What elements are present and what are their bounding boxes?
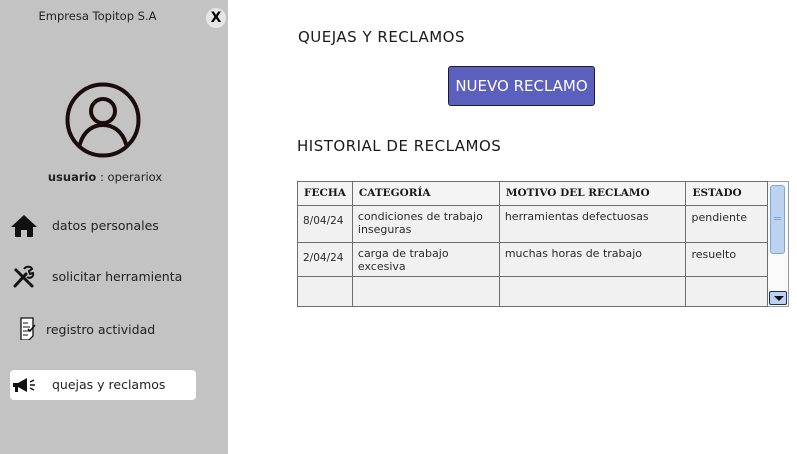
column-header-motivo: MOTIVO DEL RECLAMO	[498, 181, 687, 206]
nav-item-quejas-reclamos[interactable]: quejas y reclamos	[10, 370, 196, 400]
cell-motivo	[498, 276, 687, 307]
scroll-down-icon[interactable]	[769, 291, 787, 305]
column-header-categoria: CATEGORÍA	[351, 181, 500, 206]
nav-item-registro-actividad[interactable]: registro actividad	[10, 315, 196, 345]
nav-item-solicitar-herramienta[interactable]: solicitar herramienta	[10, 262, 196, 292]
user-label: usuario	[47, 170, 97, 184]
table-row[interactable]: 2/04/24 carga de trabajo excesiva muchas…	[297, 242, 768, 277]
table-scrollbar[interactable]	[768, 181, 789, 307]
cell-categoria: condiciones de trabajo inseguras	[351, 205, 500, 243]
cell-categoria: carga de trabajo excesiva	[351, 242, 500, 277]
nav-label: registro actividad	[46, 322, 156, 337]
company-name: Empresa Topitop S.A	[38, 9, 157, 23]
table-row[interactable]	[297, 276, 768, 307]
cell-motivo: muchas horas de trabajo	[498, 242, 687, 277]
close-button[interactable]: X	[206, 8, 226, 28]
history-title: HISTORIAL DE RECLAMOS	[297, 137, 502, 155]
column-header-estado: ESTADO	[685, 181, 768, 206]
cell-fecha: 8/04/24	[297, 205, 353, 243]
sidebar: Empresa Topitop S.A X usuario : operario…	[0, 0, 228, 454]
page-title: QUEJAS Y RECLAMOS	[298, 28, 466, 46]
user-line: usuario : operariox	[0, 170, 210, 184]
cell-estado: pendiente	[685, 205, 768, 243]
table-row[interactable]: 8/04/24 condiciones de trabajo inseguras…	[297, 205, 768, 243]
user-value: : operariox	[96, 170, 163, 184]
nav-item-datos-personales[interactable]: datos personales	[10, 211, 196, 241]
cell-motivo: herramientas defectuosas	[498, 205, 687, 243]
nav-label: solicitar herramienta	[52, 269, 183, 284]
cell-fecha	[297, 276, 353, 307]
complaints-table-container: FECHA CATEGORÍA MOTIVO DEL RECLAMO ESTAD…	[297, 181, 789, 307]
checklist-icon	[20, 317, 36, 340]
scrollbar-thumb[interactable]	[770, 185, 785, 254]
megaphone-icon	[13, 378, 35, 392]
cell-categoria	[351, 276, 500, 307]
cell-estado: resuelto	[685, 242, 768, 277]
new-complaint-button[interactable]: NUEVO RECLAMO	[448, 66, 595, 106]
tools-icon	[13, 265, 35, 288]
complaints-table: FECHA CATEGORÍA MOTIVO DEL RECLAMO ESTAD…	[297, 181, 768, 307]
nav-label: quejas y reclamos	[52, 377, 166, 392]
cell-fecha: 2/04/24	[297, 242, 353, 277]
nav-label: datos personales	[52, 218, 159, 233]
user-avatar-icon	[65, 82, 141, 158]
cell-estado	[685, 276, 768, 307]
column-header-fecha: FECHA	[297, 181, 353, 206]
home-icon	[11, 215, 37, 237]
